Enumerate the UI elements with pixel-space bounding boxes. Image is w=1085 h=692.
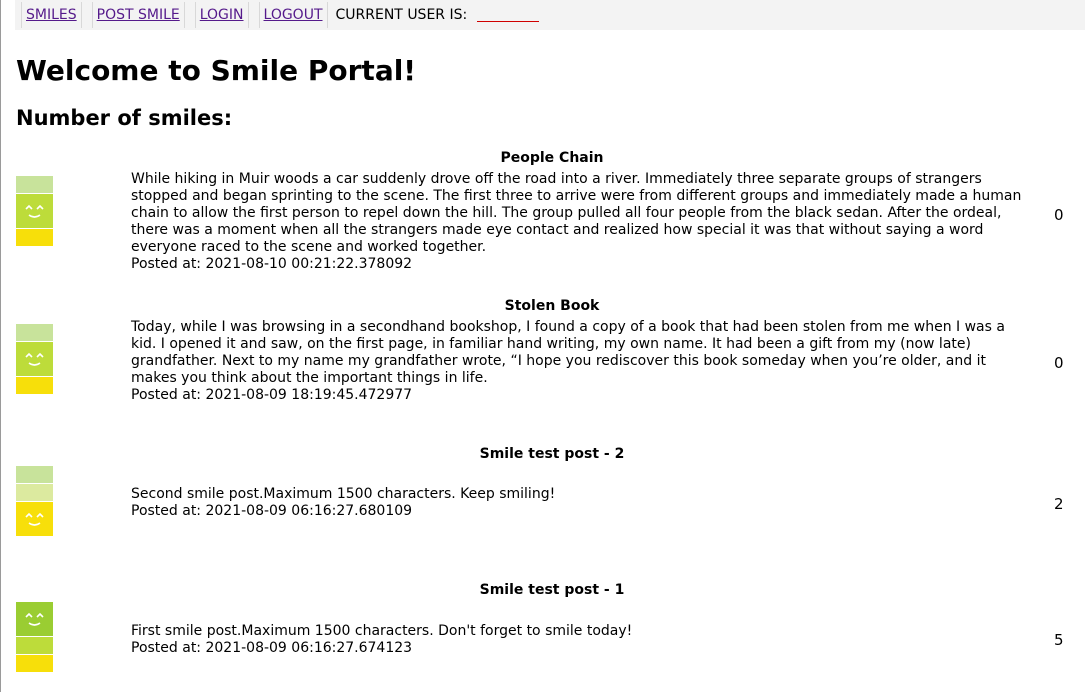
post-timestamp: Posted at: 2021-08-09 18:19:45.472977 <box>131 387 413 403</box>
post-content: First smile post.Maximum 1500 characters… <box>131 623 1031 657</box>
meter-cell-lime <box>16 637 53 654</box>
post-title: People Chain <box>500 150 604 166</box>
post-body-text: While hiking in Muir woods a car suddenl… <box>131 171 1022 255</box>
smiley-face-icon <box>16 194 53 228</box>
post-body-text: Second smile post.Maximum 1500 character… <box>131 486 556 502</box>
smile-level-meter <box>16 466 53 537</box>
post-title: Smile test post - 1 <box>479 582 625 598</box>
page-left-border <box>0 0 1 692</box>
meter-cell-yellow <box>16 377 53 394</box>
smile-level-meter <box>16 176 53 247</box>
smile-count: 0 <box>1054 354 1064 372</box>
post-timestamp: Posted at: 2021-08-09 06:16:27.680109 <box>131 503 413 519</box>
nav-smiles-link[interactable]: SMILES <box>21 2 82 28</box>
smile-count: 5 <box>1054 631 1064 649</box>
post-timestamp: Posted at: 2021-08-10 00:21:22.378092 <box>131 256 413 272</box>
post-body-text: First smile post.Maximum 1500 characters… <box>131 623 633 639</box>
meter-cell-yellow <box>16 229 53 246</box>
smile-count: 0 <box>1054 206 1064 224</box>
post-content: While hiking in Muir woods a car suddenl… <box>131 171 1031 273</box>
current-user-value <box>477 9 540 22</box>
post-content: Second smile post.Maximum 1500 character… <box>131 486 1031 520</box>
nav-login-link[interactable]: LOGIN <box>194 2 249 28</box>
smiley-face-icon <box>16 602 53 636</box>
meter-cell-empty <box>16 324 53 341</box>
smile-count: 2 <box>1054 495 1064 513</box>
smiles-count-heading: Number of smiles: <box>16 106 233 130</box>
nav-post-smile-link[interactable]: POST SMILE <box>91 2 185 28</box>
smiley-face-icon <box>16 502 53 536</box>
current-user-label: CURRENT USER IS: <box>335 7 468 23</box>
post-body-text: Today, while I was browsing in a secondh… <box>131 319 1005 386</box>
smiley-face-icon <box>16 342 53 376</box>
meter-cell-yellow <box>16 655 53 672</box>
page-title: Welcome to Smile Portal! <box>16 54 417 87</box>
post-content: Today, while I was browsing in a secondh… <box>131 319 1031 404</box>
meter-cell-empty <box>16 484 53 501</box>
smile-level-meter <box>16 324 53 395</box>
post-title: Smile test post - 2 <box>479 446 625 462</box>
post-timestamp: Posted at: 2021-08-09 06:16:27.674123 <box>131 640 413 656</box>
smile-level-meter <box>16 602 53 673</box>
meter-cell-empty <box>16 466 53 483</box>
nav-logout-link[interactable]: LOGOUT <box>258 2 328 28</box>
post-title: Stolen Book <box>504 298 600 314</box>
top-nav-bar: SMILES POST SMILE LOGIN LOGOUT CURRENT U… <box>15 0 1085 30</box>
meter-cell-empty <box>16 176 53 193</box>
